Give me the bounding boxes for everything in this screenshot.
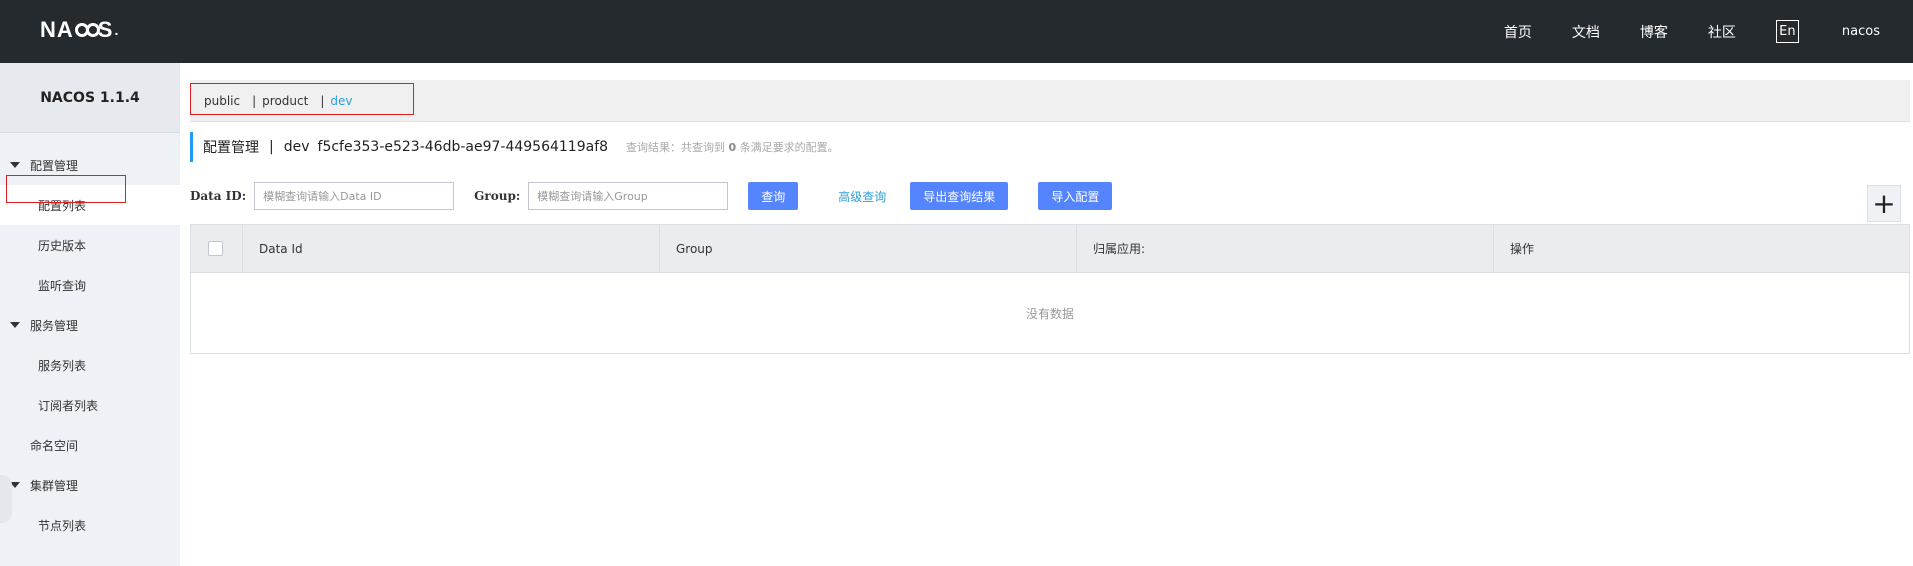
group-input[interactable]: [528, 182, 729, 210]
language-toggle-button[interactable]: En: [1775, 20, 1799, 43]
sidebar-group-cluster[interactable]: 集群管理: [0, 465, 180, 505]
column-header-app[interactable]: 归属应用:: [1077, 224, 1494, 273]
sidebar-item-history[interactable]: 历史版本: [0, 225, 180, 265]
result-suffix: 条满足要求的配置。: [739, 141, 839, 154]
sidebar: NACOS 1.1.4 配置管理 配置列表 历史版本 监听查询 服务管理 服务列…: [0, 63, 180, 566]
logo-infinity-icon: [74, 23, 100, 37]
sidebar-item-node-list[interactable]: 节点列表: [0, 505, 180, 545]
config-table: Data Id Group 归属应用: 操作 没有数据: [190, 224, 1910, 354]
sidebar-item-subscriber-list[interactable]: 订阅者列表: [0, 385, 180, 425]
result-count: 0: [728, 141, 737, 154]
column-header-data-id[interactable]: Data Id: [243, 224, 660, 273]
nacos-logo[interactable]: NA S.: [40, 15, 119, 45]
heading-separator: |: [269, 139, 274, 155]
empty-state-text: 没有数据: [1025, 306, 1074, 321]
nav-docs[interactable]: 文档: [1572, 22, 1600, 42]
sidebar-group-label: 配置管理: [30, 158, 79, 173]
query-button[interactable]: 查询: [748, 182, 799, 210]
column-header-actions: 操作: [1510, 242, 1535, 256]
sidebar-item-listener-query[interactable]: 监听查询: [0, 265, 180, 305]
sidebar-version-title: NACOS 1.1.4: [0, 63, 180, 133]
caret-down-icon: [10, 322, 20, 328]
nav-community[interactable]: 社区: [1708, 22, 1736, 42]
column-header-group[interactable]: Group: [660, 224, 1077, 273]
export-button[interactable]: 导出查询结果: [910, 182, 1009, 210]
page-heading: 配置管理 | dev f5cfe353-e523-46db-ae97-44956…: [190, 132, 839, 162]
nav-blog[interactable]: 博客: [1640, 22, 1668, 42]
select-all-cell: [191, 224, 243, 273]
table-header: Data Id Group 归属应用: 操作: [191, 224, 1909, 273]
sidebar-group-service[interactable]: 服务管理: [0, 305, 180, 345]
username[interactable]: nacos: [1842, 24, 1880, 39]
highlight-box-namespaces: [190, 83, 414, 115]
page-title: 配置管理: [203, 140, 259, 156]
namespace-name: dev: [283, 139, 310, 155]
sidebar-item-namespace[interactable]: 命名空间: [0, 425, 180, 465]
import-button[interactable]: 导入配置: [1038, 182, 1113, 210]
sidebar-group-label: 服务管理: [30, 318, 79, 333]
highlight-box-config-list: [6, 175, 126, 203]
sidebar-collapse-handle[interactable]: [0, 475, 12, 523]
select-all-checkbox[interactable]: [208, 241, 223, 256]
advanced-query-link[interactable]: 高级查询: [838, 188, 886, 205]
data-id-input[interactable]: [254, 182, 455, 210]
caret-down-icon: [10, 162, 20, 168]
sidebar-item-service-list[interactable]: 服务列表: [0, 345, 180, 385]
filter-row: Data ID: Group: 查询 高级查询 导出查询结果 导入配置: [190, 181, 1113, 211]
sidebar-group-label: 集群管理: [30, 478, 79, 493]
top-navbar: NA S. 首页 文档 博客 社区 En nacos: [0, 0, 1913, 63]
query-result-text: 查询结果：共查询到 0 条满足要求的配置。: [626, 139, 839, 155]
group-label: Group:: [474, 189, 521, 203]
namespace-bar: public | product | dev: [190, 80, 1910, 122]
result-prefix: 查询结果：共查询到: [626, 141, 726, 154]
add-config-button[interactable]: +: [1867, 185, 1901, 222]
namespace-id: f5cfe353-e523-46db-ae97-449564119af8: [317, 139, 609, 155]
data-id-label: Data ID:: [190, 189, 247, 203]
top-nav: 首页 文档 博客 社区 En nacos: [1504, 0, 1913, 63]
nav-home[interactable]: 首页: [1504, 22, 1532, 42]
